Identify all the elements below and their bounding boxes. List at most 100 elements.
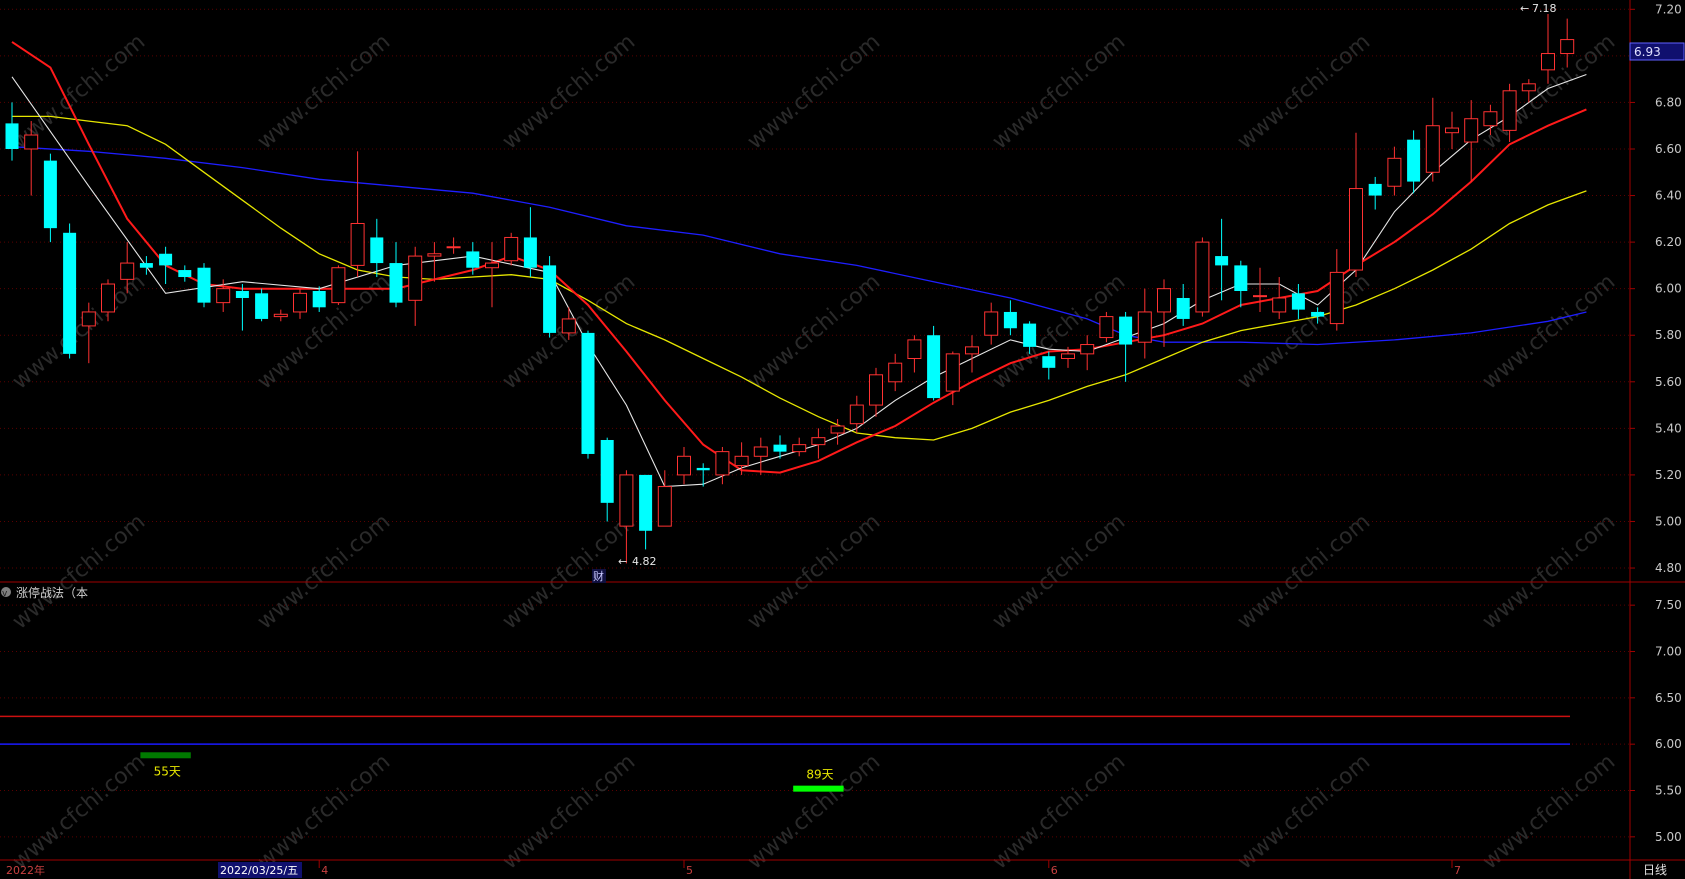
candle-body-up[interactable] bbox=[715, 451, 730, 476]
report-marker[interactable]: 财 bbox=[593, 569, 604, 583]
candle-body-up[interactable] bbox=[657, 486, 672, 527]
candle-body-down[interactable] bbox=[1023, 323, 1037, 347]
candle-body-down[interactable] bbox=[773, 444, 787, 452]
period-button[interactable]: 日线 bbox=[1643, 863, 1667, 877]
candle-body-down[interactable] bbox=[543, 265, 557, 333]
candle-body-down[interactable] bbox=[370, 237, 384, 264]
candle-body-up[interactable] bbox=[1502, 90, 1517, 131]
watermark-text: www.cfchi.com bbox=[253, 29, 395, 154]
candle-body-up[interactable] bbox=[984, 311, 999, 336]
candle-body-down[interactable] bbox=[696, 467, 710, 471]
candle-body-down[interactable] bbox=[1003, 311, 1017, 329]
candle-body-up[interactable] bbox=[945, 353, 960, 392]
candle-body-up[interactable] bbox=[1349, 188, 1363, 271]
candle-body-down[interactable] bbox=[1368, 183, 1382, 196]
x-tick-label: 6 bbox=[1051, 864, 1058, 877]
candle-body-down[interactable] bbox=[1119, 316, 1133, 345]
candle-body-down[interactable] bbox=[43, 160, 57, 229]
candle-body-down[interactable] bbox=[63, 232, 77, 354]
y-tick-label: 5.00 bbox=[1655, 514, 1682, 528]
candle-body-up[interactable] bbox=[1329, 271, 1344, 325]
candle-body-down[interactable] bbox=[1407, 139, 1421, 182]
candle-body-up[interactable] bbox=[1099, 316, 1114, 339]
candle-body-up[interactable] bbox=[427, 253, 442, 257]
candle-body-down[interactable] bbox=[1042, 356, 1056, 368]
candle-body-up[interactable] bbox=[965, 346, 979, 355]
low-price-annotation: 4.82 bbox=[632, 555, 657, 568]
y-tick-label: 7.00 bbox=[1655, 645, 1682, 659]
signal-bar bbox=[140, 752, 191, 759]
candle-body-down[interactable] bbox=[159, 253, 173, 266]
candle-body-down[interactable] bbox=[197, 267, 211, 303]
candle-body-up[interactable] bbox=[1541, 53, 1555, 71]
candle-body-up[interactable] bbox=[1195, 241, 1210, 313]
candle-body-down[interactable] bbox=[466, 251, 480, 268]
candle-body-up[interactable] bbox=[1061, 353, 1075, 360]
candle-body-up[interactable] bbox=[120, 262, 135, 280]
candle-body-down[interactable] bbox=[600, 439, 614, 503]
candle-body-up[interactable] bbox=[331, 267, 346, 304]
y-tick-label: 6.20 bbox=[1655, 235, 1682, 249]
candle-body-up[interactable] bbox=[446, 246, 461, 249]
candle-body-up[interactable] bbox=[677, 455, 691, 476]
candle-body-down[interactable] bbox=[389, 263, 403, 303]
candle-body-up[interactable] bbox=[1253, 295, 1267, 298]
candle-body-up[interactable] bbox=[1387, 157, 1402, 187]
candle-body-up[interactable] bbox=[216, 288, 231, 304]
candle-body-up[interactable] bbox=[408, 255, 423, 301]
candle-body-down[interactable] bbox=[1311, 311, 1325, 317]
watermark-text: www.cfchi.com bbox=[8, 269, 150, 394]
candle-body-up[interactable] bbox=[485, 262, 499, 269]
y-tick-label: 5.00 bbox=[1655, 830, 1682, 844]
indicator-title[interactable]: 涨停战法（本 bbox=[16, 585, 88, 600]
candle-body-down[interactable] bbox=[639, 474, 653, 531]
candle-body-up[interactable] bbox=[1521, 83, 1536, 92]
candle-body-up[interactable] bbox=[1464, 118, 1479, 143]
candle-body-down[interactable] bbox=[1176, 297, 1190, 319]
candle-body-up[interactable] bbox=[734, 455, 749, 467]
candle-body-up[interactable] bbox=[1157, 288, 1171, 313]
candle-body-up[interactable] bbox=[1137, 311, 1152, 343]
candle-body-up[interactable] bbox=[753, 446, 768, 457]
low-arrow-icon: ← bbox=[618, 555, 627, 568]
candle-body-up[interactable] bbox=[1272, 297, 1287, 313]
candle-body-down[interactable] bbox=[1234, 265, 1248, 291]
candle-body-down[interactable] bbox=[178, 270, 192, 278]
candle-body-up[interactable] bbox=[1425, 125, 1440, 173]
candle-body-up[interactable] bbox=[1483, 111, 1498, 127]
candle-body-up[interactable] bbox=[869, 374, 883, 406]
candle-body-down[interactable] bbox=[5, 123, 19, 149]
candle-body-down[interactable] bbox=[1291, 293, 1305, 310]
candle-body-up[interactable] bbox=[350, 222, 365, 266]
candle-body-up[interactable] bbox=[792, 444, 807, 453]
candle-body-up[interactable] bbox=[619, 474, 634, 527]
candle-body-up[interactable] bbox=[81, 311, 96, 327]
candle-body-up[interactable] bbox=[504, 236, 519, 262]
high-price-annotation: 7.18 bbox=[1532, 2, 1557, 15]
candle-body-up[interactable] bbox=[101, 283, 115, 313]
candle-body-up[interactable] bbox=[273, 313, 288, 318]
candle-body-up[interactable] bbox=[888, 362, 903, 383]
watermark-text: www.cfchi.com bbox=[1233, 509, 1375, 634]
candle-body-up[interactable] bbox=[1445, 127, 1459, 134]
watermark-text: www.cfchi.com bbox=[1233, 29, 1375, 154]
candle-body-down[interactable] bbox=[1215, 256, 1229, 266]
candle-body-down[interactable] bbox=[581, 332, 595, 454]
candle-body-up[interactable] bbox=[811, 437, 826, 446]
kline-chart[interactable]: www.cfchi.com www.cfchi.com www.cfchi.com w… bbox=[0, 0, 1685, 879]
candle-body-down[interactable] bbox=[255, 293, 269, 319]
candle-body-up[interactable] bbox=[561, 318, 576, 334]
candle-body-up[interactable] bbox=[849, 404, 864, 425]
candle-body-up[interactable] bbox=[293, 292, 307, 313]
signal-bar bbox=[793, 785, 844, 792]
candle-body-up[interactable] bbox=[24, 134, 39, 150]
candle-body-up[interactable] bbox=[907, 339, 922, 360]
candle-body-down[interactable] bbox=[523, 237, 537, 268]
candle-body-down[interactable] bbox=[312, 291, 326, 308]
candle-body-up[interactable] bbox=[1560, 39, 1575, 55]
candle-body-down[interactable] bbox=[139, 263, 153, 268]
candle-body-down[interactable] bbox=[235, 291, 249, 298]
candle-body-up[interactable] bbox=[830, 425, 845, 434]
candle-body-down[interactable] bbox=[927, 335, 941, 399]
candle-body-up[interactable] bbox=[1080, 344, 1095, 355]
